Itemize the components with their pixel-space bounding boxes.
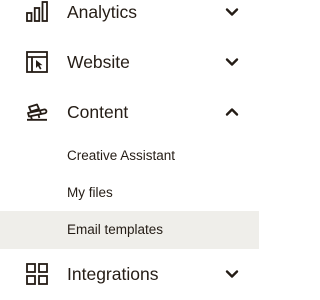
website-icon xyxy=(25,50,49,74)
subnav-item-creative-assistant[interactable]: Creative Assistant xyxy=(0,137,259,175)
integrations-icon xyxy=(25,262,49,286)
chevron-down-icon[interactable] xyxy=(225,269,239,279)
side-navigation: Analytics Website Content Creative Assis… xyxy=(0,0,259,300)
subnav-label: My files xyxy=(67,185,113,200)
nav-label-website: Website xyxy=(67,52,130,72)
nav-label-analytics: Analytics xyxy=(67,2,138,22)
nav-item-integrations[interactable]: Integrations xyxy=(0,250,259,298)
content-icon xyxy=(25,100,49,124)
subnav-label: Creative Assistant xyxy=(67,148,176,163)
bar-chart-icon xyxy=(25,0,49,24)
chevron-down-icon[interactable] xyxy=(225,7,239,17)
subnav-item-my-files[interactable]: My files xyxy=(0,174,259,212)
chevron-up-icon[interactable] xyxy=(225,107,239,117)
subnav-label: Email templates xyxy=(67,222,164,237)
nav-item-content[interactable]: Content xyxy=(0,88,259,136)
nav-item-analytics[interactable]: Analytics xyxy=(0,0,259,36)
chevron-down-icon[interactable] xyxy=(225,57,239,67)
nav-label-content: Content xyxy=(67,102,129,122)
subnav-item-email-templates[interactable]: Email templates xyxy=(0,211,259,249)
nav-item-website[interactable]: Website xyxy=(0,38,259,86)
nav-label-integrations: Integrations xyxy=(67,264,159,284)
